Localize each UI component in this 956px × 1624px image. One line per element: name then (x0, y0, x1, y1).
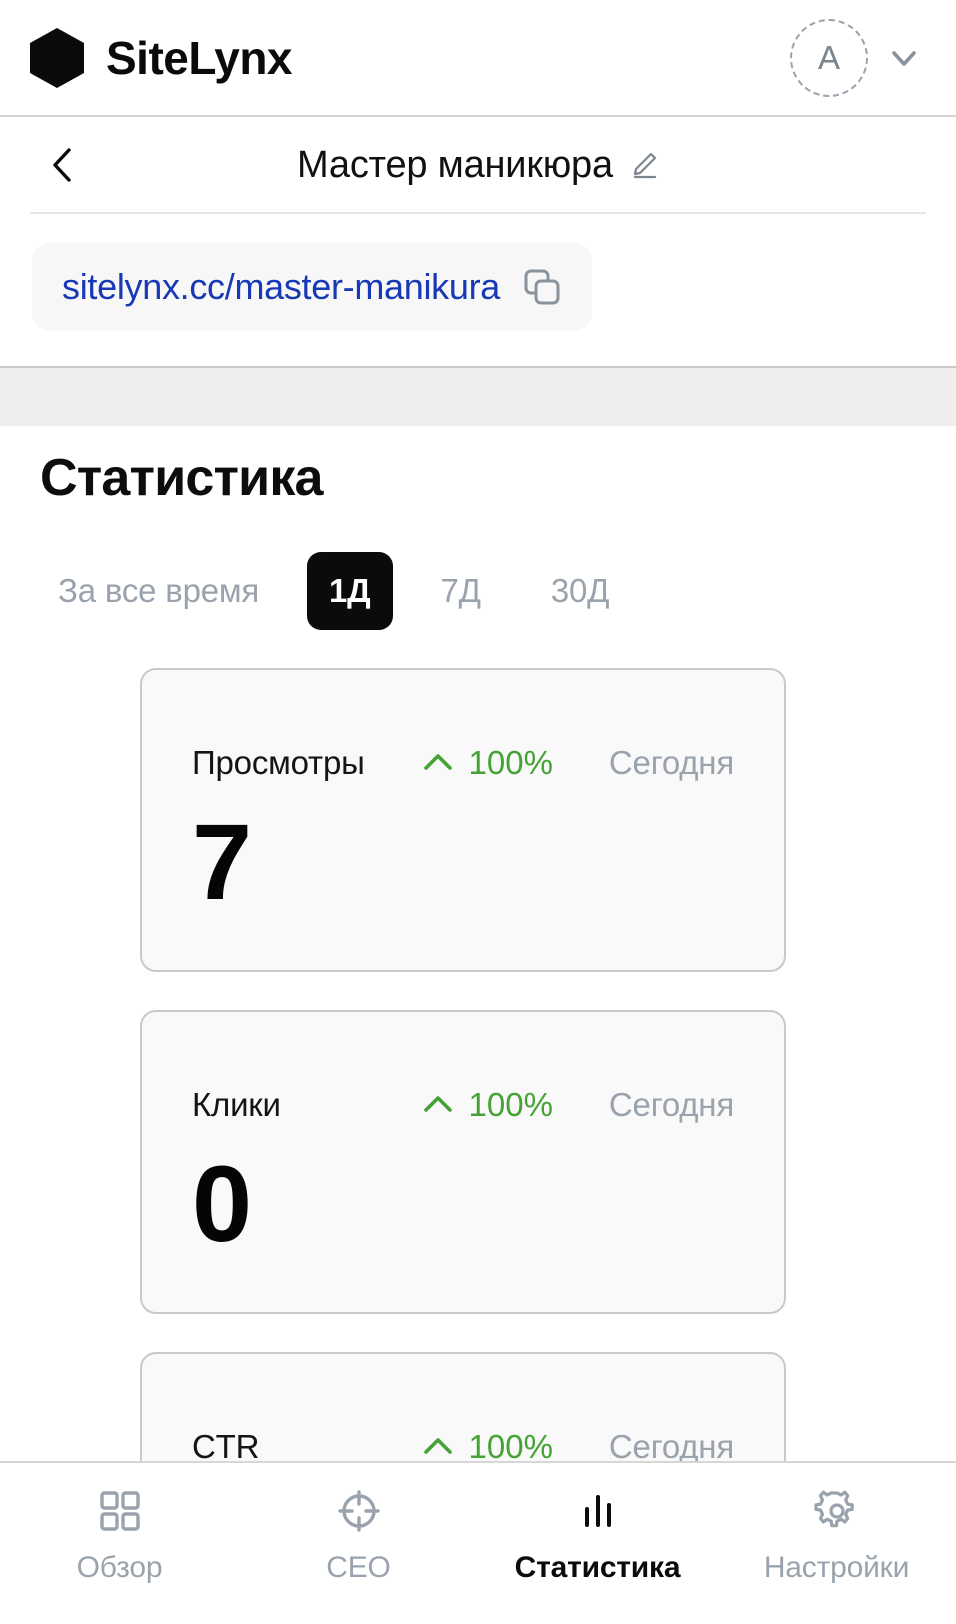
nav-item-overview[interactable]: Обзор (0, 1487, 239, 1585)
app-header: SiteLynx A (0, 0, 956, 117)
hexagon-icon (30, 27, 84, 88)
bottom-navigation: Обзор CEO Статистика Настройки (0, 1461, 956, 1624)
site-url-chip[interactable]: sitelynx.cc/master-manikura (32, 243, 593, 331)
title-bar: Мастер маникюра (0, 117, 956, 213)
stat-card-delta-value: 100% (468, 1086, 553, 1123)
avatar[interactable]: A (790, 18, 868, 97)
stat-card-delta: 100% (421, 744, 553, 782)
period-tabs: За все время 1Д 7Д 30Д (52, 552, 916, 630)
stat-card-delta: 100% (421, 1086, 553, 1124)
nav-label: Статистика (514, 1551, 681, 1584)
period-tab-1d[interactable]: 1Д (307, 552, 393, 630)
nav-label: Настройки (763, 1551, 910, 1584)
period-tab-all-time[interactable]: За все время (52, 552, 281, 630)
gear-icon (813, 1490, 854, 1528)
chevron-left-icon (53, 148, 71, 182)
bar-chart-icon (584, 1495, 611, 1527)
grid-icon (99, 1491, 140, 1531)
stat-card-period: Сегодня (608, 744, 734, 781)
stat-card-delta-value: 100% (468, 744, 553, 781)
stat-card-header: Просмотры 100% Сегодня (192, 744, 734, 782)
arrow-up-icon (423, 754, 452, 770)
brand-name: SiteLynx (106, 31, 293, 84)
back-button[interactable] (40, 142, 86, 188)
copy-icon[interactable] (522, 267, 562, 307)
stat-card-header: Клики 100% Сегодня (192, 1086, 734, 1124)
stat-card-label: Клики (192, 1086, 281, 1123)
title-divider (30, 212, 926, 214)
avatar-initial: A (817, 38, 840, 76)
stat-card-value: 7 (192, 801, 252, 922)
target-icon (337, 1490, 380, 1532)
arrow-up-icon (423, 1096, 452, 1112)
brand[interactable]: SiteLynx (30, 27, 293, 88)
period-tab-7d[interactable]: 7Д (419, 552, 503, 630)
stat-card-value: 0 (192, 1143, 252, 1264)
title-center: Мастер маникюра (0, 117, 956, 213)
url-row: sitelynx.cc/master-manikura (32, 243, 593, 331)
arrow-up-icon (423, 1438, 452, 1454)
nav-item-statistics[interactable]: Статистика (478, 1487, 717, 1585)
chevron-down-icon[interactable] (882, 36, 926, 80)
page-title: Мастер маникюра (297, 143, 613, 186)
stats-heading: Статистика (40, 449, 323, 507)
nav-label: Обзор (76, 1551, 163, 1584)
stat-card-label: Просмотры (192, 744, 365, 781)
app-screen: SiteLynx A Мастер маникюра sitelynx.cc/m… (0, 0, 956, 1624)
stat-card-views[interactable]: Просмотры 100% Сегодня 7 (140, 668, 786, 972)
nav-item-ceo[interactable]: CEO (239, 1487, 478, 1585)
site-url-text: sitelynx.cc/master-manikura (62, 266, 501, 308)
nav-label: CEO (326, 1551, 391, 1584)
stat-card-period: Сегодня (608, 1086, 734, 1123)
pencil-icon[interactable] (629, 150, 659, 180)
header-right: A (790, 18, 926, 97)
stat-card-clicks[interactable]: Клики 100% Сегодня 0 (140, 1010, 786, 1314)
nav-item-settings[interactable]: Настройки (717, 1487, 956, 1585)
period-tab-30d[interactable]: 30Д (529, 552, 631, 630)
section-separator-band (0, 366, 956, 426)
